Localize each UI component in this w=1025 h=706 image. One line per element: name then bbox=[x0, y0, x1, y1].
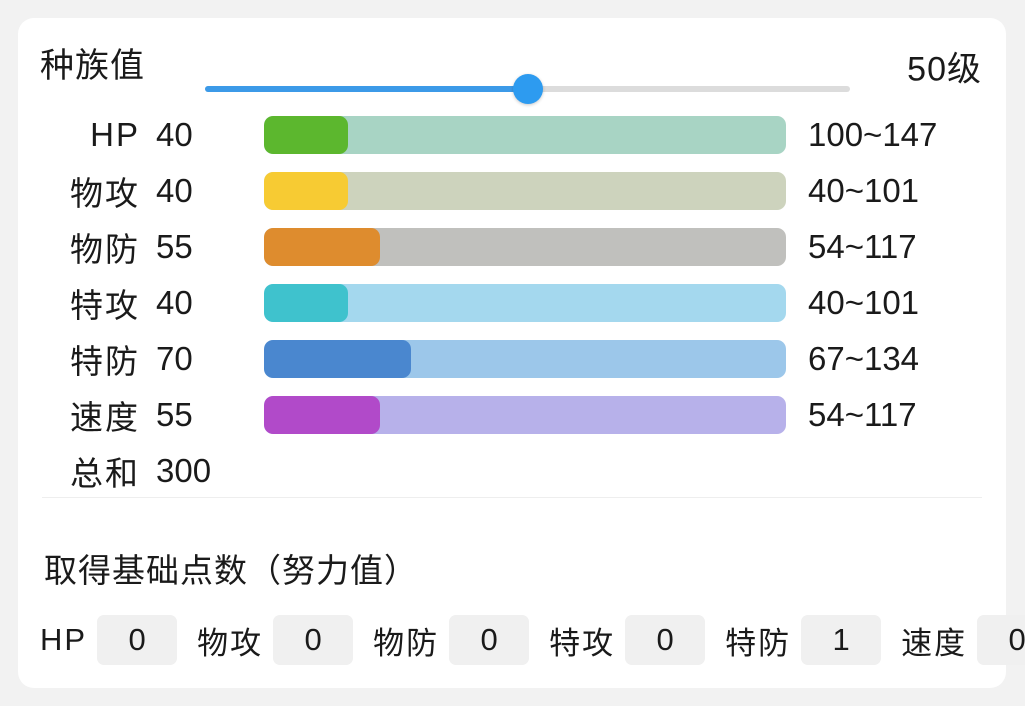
stat-range: 100~147 bbox=[808, 116, 938, 153]
stat-total-row: 总和 300 bbox=[18, 443, 1006, 499]
stat-bar-fill bbox=[264, 396, 380, 434]
stat-value: 70 bbox=[156, 340, 193, 377]
stat-row: 物攻 40 40~101 bbox=[18, 163, 1006, 219]
stat-label: 特防 bbox=[70, 343, 140, 380]
stat-bar-fill bbox=[264, 172, 348, 210]
header-row: 种族值 50级 bbox=[18, 18, 1006, 104]
ev-value-box[interactable]: 0 bbox=[625, 615, 706, 665]
ev-label: 速度 bbox=[901, 625, 968, 661]
ev-label: 物防 bbox=[373, 625, 440, 661]
stat-value: 55 bbox=[156, 396, 193, 433]
stat-range: 40~101 bbox=[808, 284, 920, 321]
level-slider[interactable] bbox=[205, 71, 850, 107]
stat-row: HP 40 100~147 bbox=[18, 107, 1006, 163]
ev-label: 特防 bbox=[725, 625, 792, 661]
stat-bar bbox=[264, 340, 786, 378]
level-label: 50级 bbox=[907, 50, 982, 89]
stat-bar-fill bbox=[264, 228, 380, 266]
stat-row: 物防 55 54~117 bbox=[18, 219, 1006, 275]
stat-label: HP bbox=[90, 116, 140, 153]
ev-section-title: 取得基础点数（努力值） bbox=[44, 552, 418, 589]
ev-item: HP 0 bbox=[40, 615, 197, 665]
stat-total-value: 300 bbox=[156, 452, 212, 489]
stat-row: 特防 70 67~134 bbox=[18, 331, 1006, 387]
ev-item: 速度 0 bbox=[901, 615, 1025, 665]
stats-card: 种族值 50级 HP 40 100~147 物攻 40 40~101 物防 55 54~117 特… bbox=[18, 18, 1025, 688]
ev-value-box[interactable]: 0 bbox=[97, 615, 178, 665]
stat-row: 特攻 40 40~101 bbox=[18, 275, 1006, 331]
stat-range: 40~101 bbox=[808, 172, 920, 209]
stat-label: 速度 bbox=[70, 399, 140, 436]
stat-label: 特攻 bbox=[70, 287, 140, 324]
slider-thumb[interactable] bbox=[513, 74, 543, 104]
ev-value-box[interactable]: 0 bbox=[273, 615, 354, 665]
ev-label: HP bbox=[40, 622, 88, 657]
stat-bar bbox=[264, 396, 786, 434]
ev-item: 特攻 0 bbox=[549, 615, 725, 665]
stat-value: 40 bbox=[156, 116, 193, 153]
stat-range: 54~117 bbox=[808, 228, 917, 265]
stat-bar-fill bbox=[264, 116, 348, 154]
ev-label: 物攻 bbox=[197, 625, 264, 661]
stat-bar bbox=[264, 116, 786, 154]
slider-track-fill bbox=[205, 86, 528, 92]
stat-range: 67~134 bbox=[808, 340, 920, 377]
ev-item: 特防 1 bbox=[725, 615, 901, 665]
ev-row: HP 0 物攻 0 物防 0 特攻 0 特防 1 速度 0 bbox=[40, 612, 1025, 668]
stat-row: 速度 55 54~117 bbox=[18, 387, 1006, 443]
stat-total-label: 总和 bbox=[70, 455, 140, 492]
stat-bar bbox=[264, 284, 786, 322]
stat-list: HP 40 100~147 物攻 40 40~101 物防 55 54~117 特攻 40 40~10… bbox=[18, 107, 1006, 499]
stat-value: 55 bbox=[156, 228, 193, 265]
ev-value-box[interactable]: 0 bbox=[449, 615, 530, 665]
stat-value: 40 bbox=[156, 172, 193, 209]
stat-range: 54~117 bbox=[808, 396, 917, 433]
ev-value-box[interactable]: 0 bbox=[977, 615, 1025, 665]
ev-item: 物防 0 bbox=[373, 615, 549, 665]
stat-label: 物防 bbox=[70, 231, 140, 268]
stat-value: 40 bbox=[156, 284, 193, 321]
stat-bar bbox=[264, 228, 786, 266]
ev-item: 物攻 0 bbox=[197, 615, 373, 665]
stat-label: 物攻 bbox=[70, 175, 140, 212]
section-divider bbox=[42, 497, 982, 498]
stat-bar bbox=[264, 172, 786, 210]
page-title: 种族值 bbox=[40, 47, 145, 85]
ev-label: 特攻 bbox=[549, 625, 616, 661]
stat-bar-fill bbox=[264, 284, 348, 322]
stat-bar-fill bbox=[264, 340, 412, 378]
ev-value-box[interactable]: 1 bbox=[801, 615, 882, 665]
